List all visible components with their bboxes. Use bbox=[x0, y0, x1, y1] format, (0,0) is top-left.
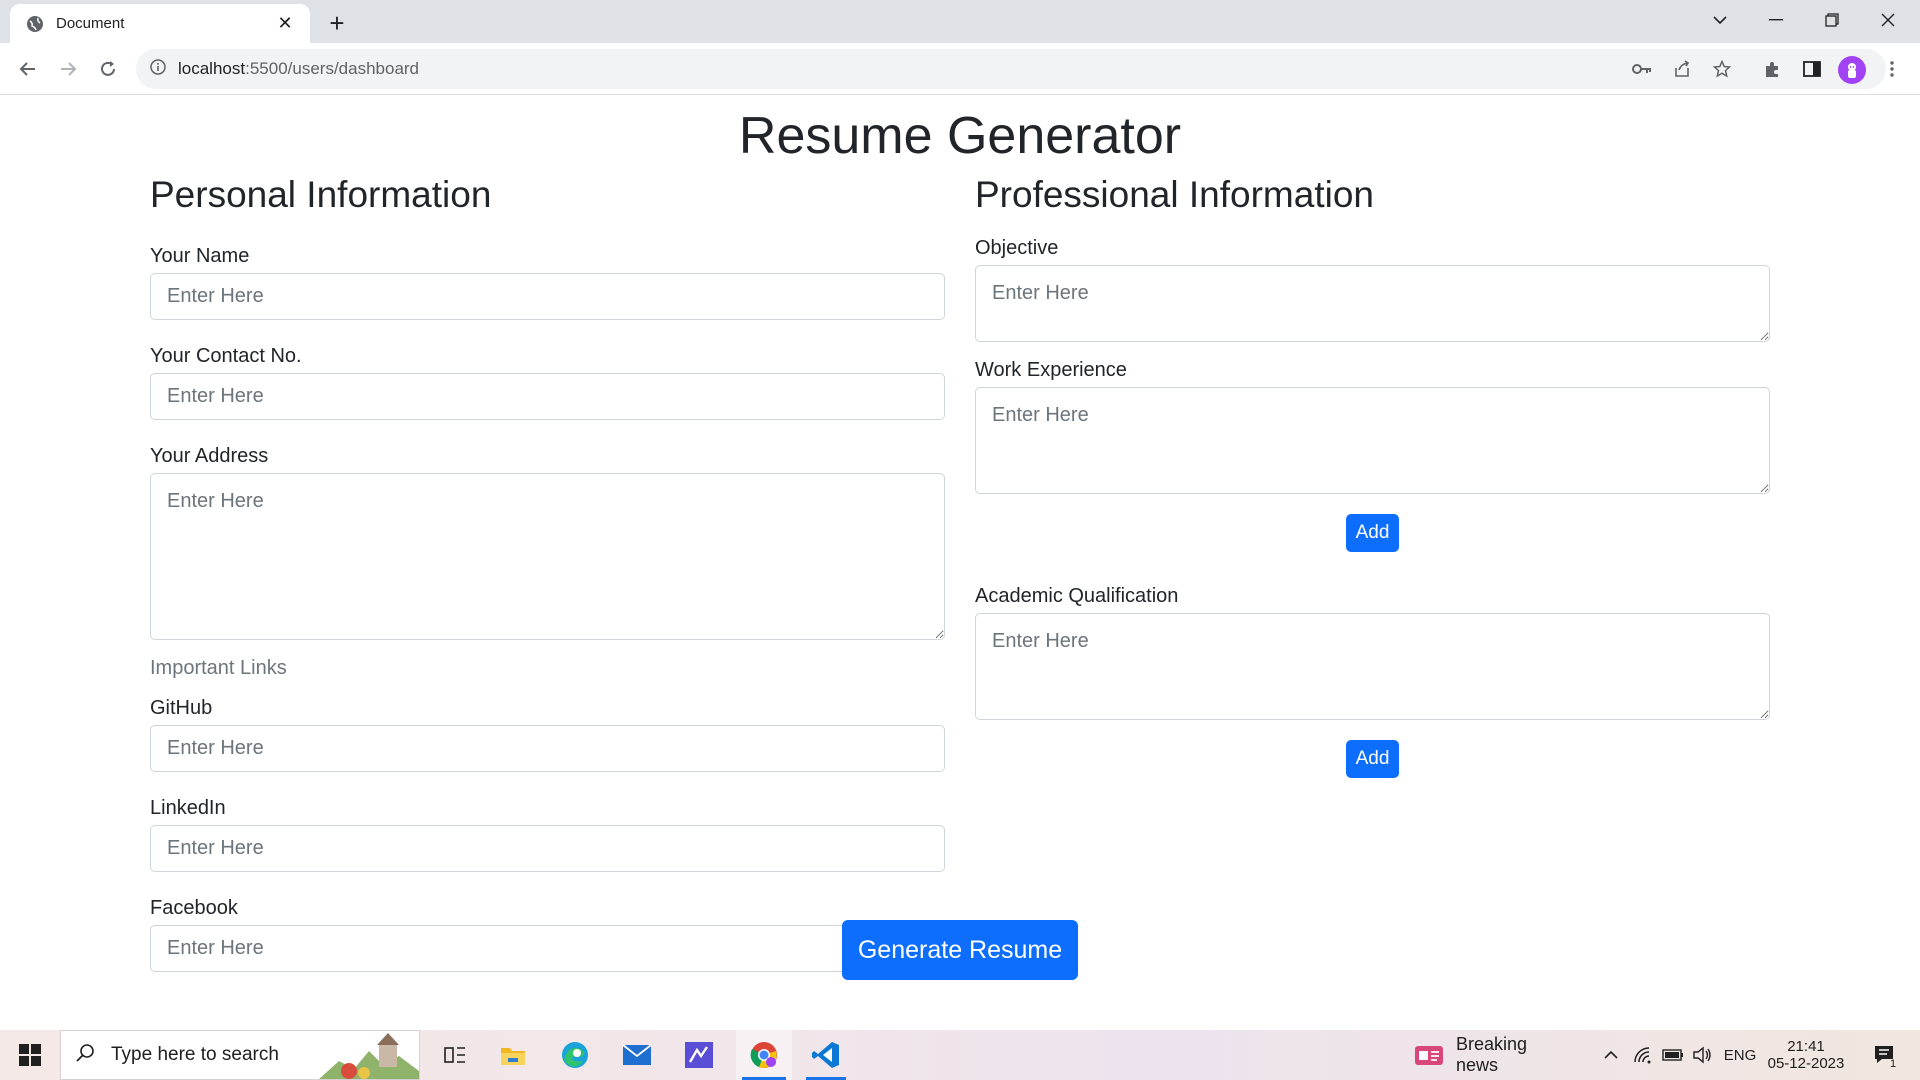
github-input[interactable] bbox=[150, 725, 945, 772]
language-indicator[interactable]: ENG bbox=[1722, 1030, 1758, 1080]
reload-icon[interactable] bbox=[92, 53, 124, 85]
minimize-button[interactable] bbox=[1748, 0, 1804, 40]
work-experience-label: Work Experience bbox=[975, 359, 1127, 381]
academic-label: Academic Qualification bbox=[975, 585, 1179, 607]
edge-browser-icon[interactable] bbox=[550, 1030, 600, 1080]
clock-date: 05-12-2023 bbox=[1767, 1055, 1845, 1072]
search-placeholder: Type here to search bbox=[111, 1044, 279, 1065]
tab-title: Document bbox=[56, 15, 125, 32]
vscode-icon[interactable] bbox=[798, 1030, 854, 1080]
search-icon bbox=[75, 1043, 95, 1068]
tab-search-icon[interactable] bbox=[1692, 0, 1748, 40]
generate-resume-button[interactable]: Generate Resume bbox=[842, 920, 1078, 980]
personal-info-heading: Personal Information bbox=[150, 174, 492, 215]
add-academic-button[interactable]: Add bbox=[1346, 740, 1399, 778]
url-text: localhost:5500/users/dashboard bbox=[178, 59, 420, 78]
address-textarea[interactable] bbox=[150, 473, 945, 640]
globe-icon bbox=[26, 15, 44, 33]
professional-info-heading: Professional Information bbox=[975, 174, 1374, 215]
name-input[interactable] bbox=[150, 273, 945, 320]
browser-tab[interactable]: Document ✕ bbox=[10, 4, 310, 43]
mail-icon[interactable] bbox=[612, 1030, 662, 1080]
news-widget[interactable]: Breaking news bbox=[1414, 1030, 1574, 1080]
contact-input[interactable] bbox=[150, 373, 945, 420]
name-label: Your Name bbox=[150, 245, 250, 267]
address-label: Your Address bbox=[150, 445, 269, 467]
chrome-taskbar-icon[interactable] bbox=[736, 1030, 792, 1080]
important-links-heading: Important Links bbox=[150, 657, 287, 679]
volume-icon[interactable] bbox=[1688, 1030, 1716, 1080]
task-view-icon[interactable] bbox=[430, 1030, 480, 1080]
linkedin-label: LinkedIn bbox=[150, 797, 226, 819]
restore-button[interactable] bbox=[1804, 0, 1860, 40]
clock[interactable]: 21:41 05-12-2023 bbox=[1764, 1030, 1848, 1080]
key-icon[interactable] bbox=[1626, 53, 1658, 85]
page-title: Resume Generator bbox=[738, 107, 1182, 165]
taskbar-search-box[interactable]: Type here to search bbox=[60, 1030, 420, 1080]
windows-start-icon[interactable] bbox=[0, 1030, 60, 1080]
professional-info-section: Professional Information Objective Work … bbox=[975, 174, 1770, 778]
back-icon[interactable] bbox=[12, 53, 44, 85]
browser-tabbar: Document ✕ + bbox=[0, 0, 1920, 43]
github-label: GitHub bbox=[150, 697, 213, 719]
network-icon[interactable] bbox=[1630, 1030, 1656, 1080]
news-icon bbox=[1414, 1046, 1443, 1065]
tab-close-icon[interactable]: ✕ bbox=[274, 13, 296, 35]
info-icon[interactable] bbox=[150, 58, 166, 80]
address-bar[interactable]: localhost:5500/users/dashboard bbox=[136, 49, 1886, 89]
objective-textarea[interactable] bbox=[975, 265, 1770, 342]
clock-time: 21:41 bbox=[1787, 1038, 1825, 1055]
browser-toolbar: localhost:5500/users/dashboard bbox=[0, 43, 1920, 95]
tray-chevron-up-icon[interactable] bbox=[1596, 1030, 1626, 1080]
extensions-icon[interactable] bbox=[1756, 53, 1788, 85]
add-work-experience-button[interactable]: Add bbox=[1346, 514, 1399, 552]
bookmark-star-icon[interactable] bbox=[1706, 53, 1738, 85]
search-highlight-illustration bbox=[319, 1031, 419, 1079]
linkedin-input[interactable] bbox=[150, 825, 945, 872]
facebook-label: Facebook bbox=[150, 897, 238, 919]
new-tab-button[interactable]: + bbox=[322, 8, 352, 38]
forward-icon[interactable] bbox=[52, 53, 84, 85]
page-content: Resume Generator Personal Information Yo… bbox=[0, 96, 1920, 1030]
side-panel-icon[interactable] bbox=[1796, 53, 1828, 85]
share-icon[interactable] bbox=[1666, 53, 1698, 85]
editor-app-icon[interactable] bbox=[674, 1030, 724, 1080]
academic-textarea[interactable] bbox=[975, 613, 1770, 720]
objective-label: Objective bbox=[975, 237, 1059, 259]
news-text: Breaking news bbox=[1455, 1034, 1528, 1075]
notification-count: 1 bbox=[1890, 1058, 1897, 1070]
profile-avatar[interactable] bbox=[1838, 56, 1866, 84]
taskbar: Type here to search Breaking news ENG 21… bbox=[0, 1030, 1920, 1080]
close-window-button[interactable] bbox=[1860, 0, 1916, 40]
menu-dots-icon[interactable] bbox=[1876, 53, 1908, 85]
battery-icon[interactable] bbox=[1658, 1030, 1688, 1080]
notification-icon[interactable]: 1 bbox=[1860, 1030, 1910, 1080]
contact-label: Your Contact No. bbox=[150, 345, 302, 367]
personal-info-section: Personal Information Your Name Your Cont… bbox=[150, 174, 945, 994]
facebook-input[interactable] bbox=[150, 925, 945, 972]
work-experience-textarea[interactable] bbox=[975, 387, 1770, 494]
file-explorer-icon[interactable] bbox=[488, 1030, 538, 1080]
